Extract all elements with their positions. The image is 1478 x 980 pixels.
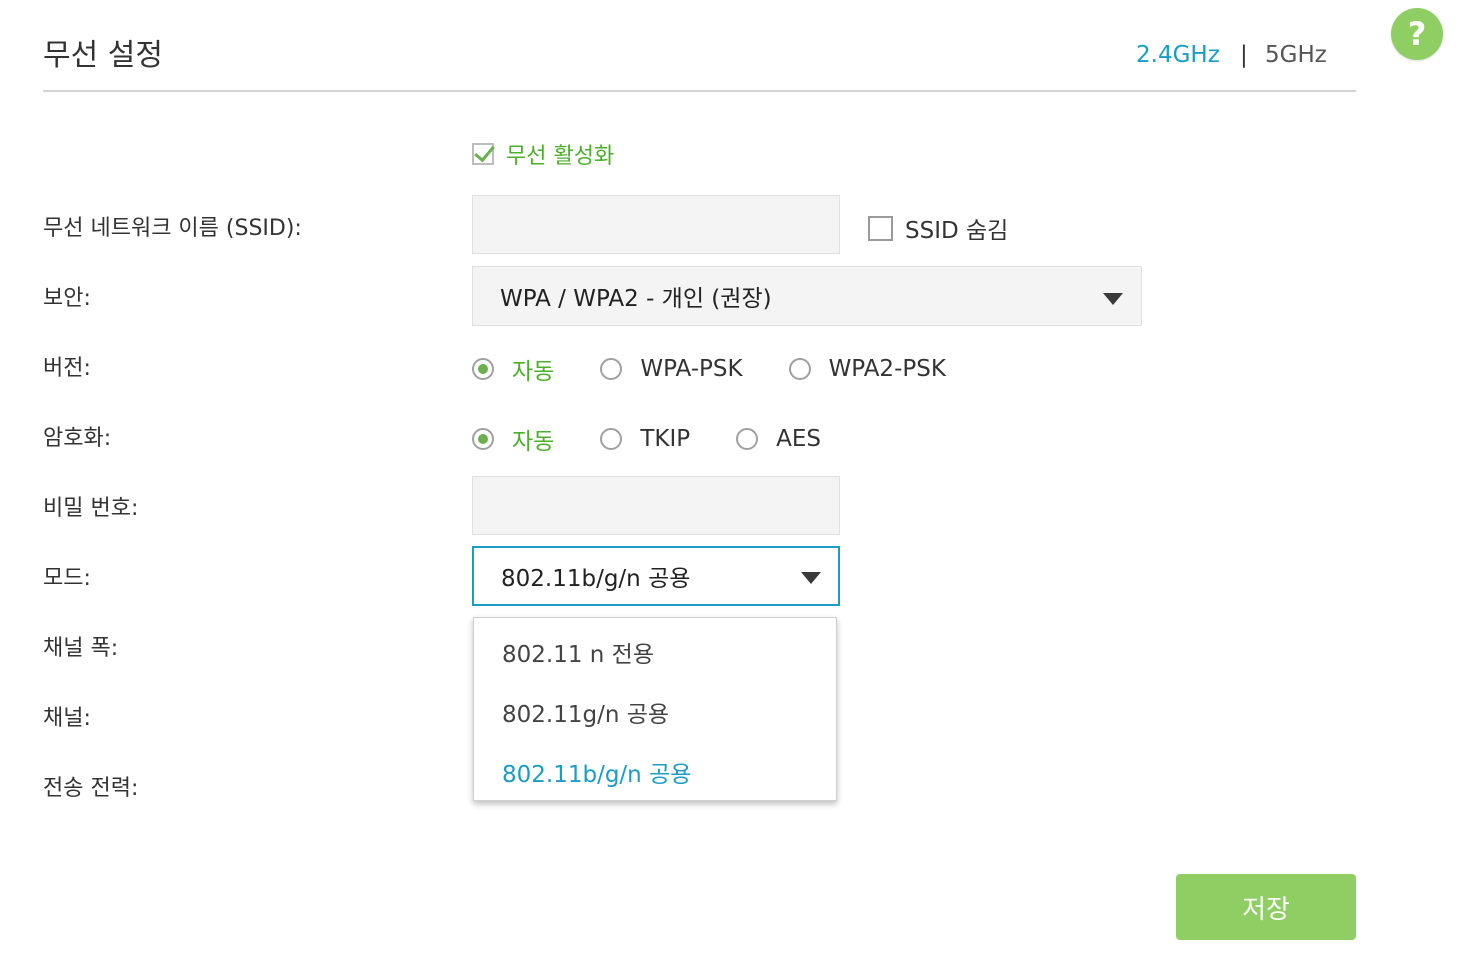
band-tab-5ghz[interactable]: 5GHz: [1265, 42, 1327, 68]
encryption-radio-group: 자동 TKIP AES: [472, 422, 821, 456]
encryption-radio-auto[interactable]: 자동: [472, 422, 554, 456]
hide-ssid-toggle[interactable]: SSID 숨김: [868, 211, 1008, 245]
version-option-label: 자동: [512, 359, 555, 385]
security-label: 보안:: [43, 286, 91, 311]
radio-unselected-icon[interactable]: [600, 428, 623, 450]
password-label: 비밀 번호:: [43, 496, 139, 521]
encryption-option-label: TKIP: [640, 426, 691, 452]
mode-option-bgn-mixed[interactable]: 802.11b/g/n 공용: [502, 755, 691, 789]
mode-select[interactable]: 802.11b/g/n 공용: [472, 546, 840, 606]
channel-width-label: 채널 폭:: [43, 636, 119, 661]
radio-selected-icon[interactable]: [472, 428, 494, 450]
security-select[interactable]: WPA / WPA2 - 개인 (권장): [472, 266, 1142, 326]
mode-option-gn-mixed[interactable]: 802.11g/n 공용: [502, 695, 669, 729]
radio-unselected-icon[interactable]: [600, 358, 623, 380]
band-tab-2-4ghz[interactable]: 2.4GHz: [1136, 42, 1220, 68]
version-label: 버전:: [43, 356, 91, 381]
encryption-option-label: AES: [776, 426, 821, 452]
channel-label: 채널:: [43, 706, 91, 731]
version-radio-auto[interactable]: 자동: [472, 352, 554, 386]
checkbox-empty-icon[interactable]: [868, 215, 893, 241]
hide-ssid-label: SSID 숨김: [905, 218, 1009, 244]
save-button[interactable]: 저장: [1176, 874, 1356, 940]
encryption-label: 암호화:: [43, 426, 112, 451]
security-select-value: WPA / WPA2 - 개인 (권장): [500, 286, 772, 312]
tx-power-label: 전송 전력:: [43, 776, 139, 801]
encryption-option-label: 자동: [512, 429, 555, 455]
version-option-label: WPA2-PSK: [828, 356, 946, 382]
version-radio-wpa-psk[interactable]: WPA-PSK: [600, 356, 743, 382]
ssid-input[interactable]: [472, 195, 840, 254]
mode-select-value: 802.11b/g/n 공용: [501, 566, 691, 592]
page-title: 무선 설정: [43, 38, 163, 73]
header-divider: [43, 90, 1356, 92]
mode-option-n-only[interactable]: 802.11 n 전용: [502, 635, 654, 669]
encryption-radio-aes[interactable]: AES: [736, 426, 821, 452]
mode-dropdown-menu: 802.11 n 전용 802.11g/n 공용 802.11b/g/n 공용: [473, 617, 837, 801]
chevron-down-icon: [801, 572, 821, 584]
encryption-radio-tkip[interactable]: TKIP: [600, 426, 690, 452]
wireless-enable-label: 무선 활성화: [506, 144, 615, 169]
ssid-label: 무선 네트워크 이름 (SSID):: [43, 216, 302, 241]
version-radio-wpa2-psk[interactable]: WPA2-PSK: [788, 356, 946, 382]
band-separator: |: [1240, 42, 1248, 68]
radio-selected-icon[interactable]: [472, 358, 494, 380]
radio-unselected-icon[interactable]: [788, 358, 811, 380]
mode-label: 모드:: [43, 566, 91, 591]
wireless-enable-toggle[interactable]: 무선 활성화: [472, 138, 614, 170]
chevron-down-icon: [1103, 293, 1123, 305]
version-option-label: WPA-PSK: [640, 356, 743, 382]
radio-unselected-icon[interactable]: [736, 428, 759, 450]
help-icon[interactable]: ?: [1391, 8, 1443, 60]
version-radio-group: 자동 WPA-PSK WPA2-PSK: [472, 352, 946, 386]
checkbox-checked-icon[interactable]: [472, 143, 494, 165]
password-input[interactable]: [472, 476, 840, 535]
